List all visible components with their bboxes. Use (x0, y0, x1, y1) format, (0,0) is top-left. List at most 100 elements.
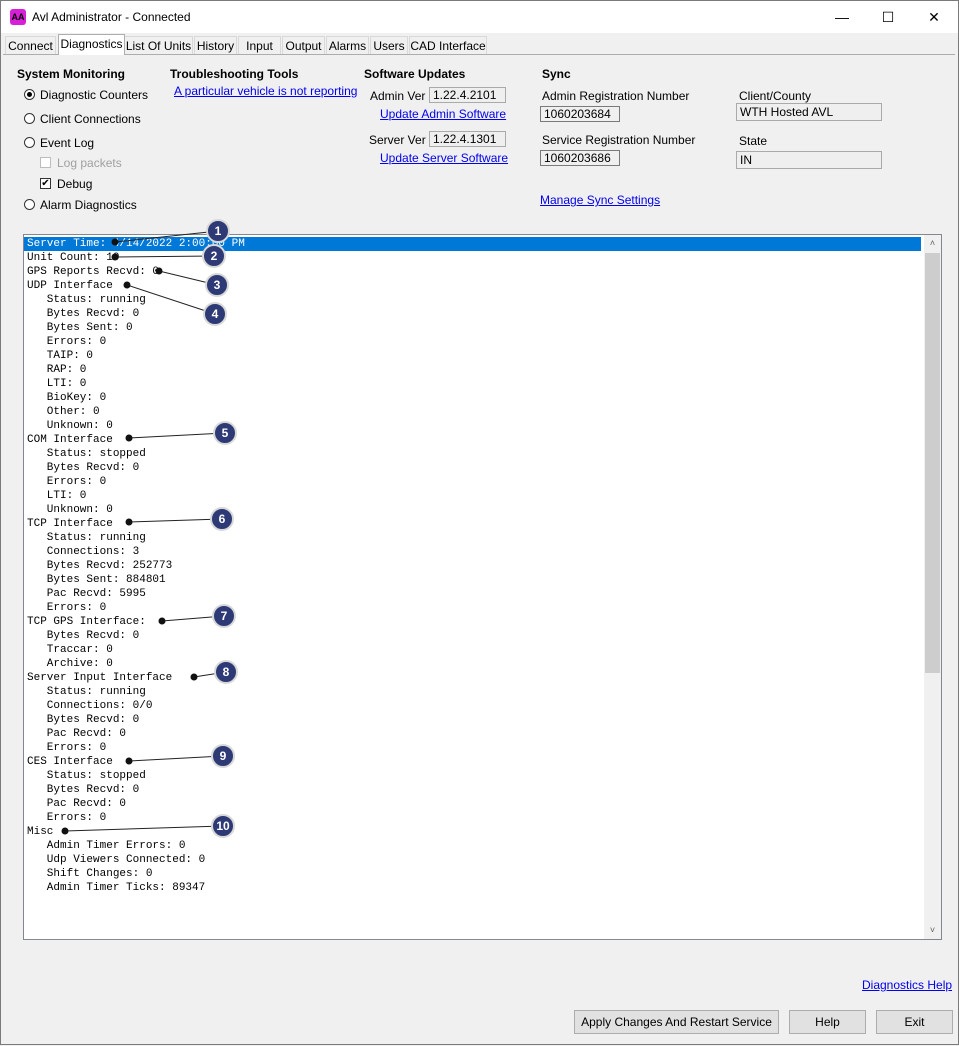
output-line: Status: stopped (27, 448, 146, 460)
output-line: Misc (27, 826, 54, 838)
output-line: Bytes Sent: 884801 (27, 574, 166, 586)
output-line: Errors: 0 (27, 336, 107, 348)
diagnostics-help-link[interactable]: Diagnostics Help (862, 978, 952, 992)
output-line: Connections: 0/0 (27, 700, 153, 712)
output-line: Connections: 3 (27, 546, 140, 558)
output-line: COM Interface (27, 434, 113, 446)
diagnostics-output-list[interactable]: Server Time: 4/14/2022 2:00:00 PM Unit Co… (23, 234, 942, 940)
system-monitoring-heading: System Monitoring (17, 67, 126, 81)
client-county-field: WTH Hosted AVL (736, 103, 882, 121)
log-packets-checkbox[interactable] (40, 157, 51, 168)
help-button[interactable]: Help (789, 1010, 866, 1034)
output-line: Bytes Recvd: 0 (27, 308, 140, 320)
admin-ver-label: Admin Ver (370, 89, 426, 103)
output-line: Bytes Recvd: 252773 (27, 560, 173, 572)
alarm-diagnostics-radio[interactable] (24, 199, 35, 210)
output-line: TCP GPS Interface: (27, 616, 146, 628)
diagnostic-counters-radio[interactable] (24, 89, 35, 100)
sync-heading: Sync (542, 67, 571, 81)
output-line: BioKey: 0 (27, 392, 107, 404)
debug-checkbox[interactable]: ✔ (40, 178, 51, 189)
scroll-down-icon[interactable]: ˅ (924, 922, 941, 939)
output-line: Bytes Recvd: 0 (27, 784, 140, 796)
output-line: Unknown: 0 (27, 504, 113, 516)
output-line: Pac Recvd: 0 (27, 728, 127, 740)
output-line: Other: 0 (27, 406, 100, 418)
output-line: Bytes Recvd: 0 (27, 630, 140, 642)
server-ver-label: Server Ver (369, 133, 426, 147)
output-line: Admin Timer Errors: 0 (27, 840, 186, 852)
state-label: State (739, 134, 768, 148)
app-window: AA Avl Administrator - Connected — ☐ ✕ C… (0, 0, 959, 1045)
output-line: TCP Interface (27, 518, 113, 530)
service-registration-field: 1060203686 (540, 150, 620, 166)
exit-button[interactable]: Exit (876, 1010, 953, 1034)
minimize-icon[interactable]: — (819, 1, 865, 33)
output-line: Errors: 0 (27, 476, 107, 488)
output-line: LTI: 0 (27, 378, 87, 390)
output-line: CES Interface (27, 756, 113, 768)
alarm-diagnostics-label: Alarm Diagnostics (40, 198, 137, 212)
scroll-thumb[interactable] (925, 253, 940, 673)
output-line: UDP Interface (27, 280, 113, 292)
window-title: Avl Administrator - Connected (32, 10, 191, 24)
output-line: Errors: 0 (27, 812, 107, 824)
tab-strip: Connect Diagnostics List Of Units History In… (5, 34, 955, 55)
title-bar: AA Avl Administrator - Connected — ☐ ✕ (1, 1, 958, 33)
output-line: TAIP: 0 (27, 350, 94, 362)
client-connections-label: Client Connections (40, 112, 141, 126)
output-line: RAP: 0 (27, 364, 87, 376)
maximize-icon[interactable]: ☐ (865, 1, 911, 33)
output-line: Server Input Interface (27, 672, 173, 684)
tab-connect[interactable]: Connect (5, 36, 56, 54)
close-icon[interactable]: ✕ (911, 1, 957, 33)
admin-registration-field: 1060203684 (540, 106, 620, 122)
state-field: IN (736, 151, 882, 169)
server-ver-field: 1.22.4.1301 (429, 131, 506, 147)
output-line: Bytes Recvd: 0 (27, 714, 140, 726)
event-log-radio[interactable] (24, 137, 35, 148)
output-line: Errors: 0 (27, 602, 107, 614)
client-county-label: Client/County (739, 89, 812, 103)
software-updates-heading: Software Updates (364, 67, 466, 81)
tab-output[interactable]: Output (282, 36, 325, 54)
output-line: Unknown: 0 (27, 420, 113, 432)
output-line: Traccar: 0 (27, 644, 113, 656)
apply-restart-button[interactable]: Apply Changes And Restart Service (574, 1010, 779, 1034)
vertical-scrollbar[interactable]: ˄ ˅ (924, 235, 941, 939)
output-line: LTI: 0 (27, 490, 87, 502)
tab-alarms[interactable]: Alarms (326, 36, 369, 54)
output-line: Shift Changes: 0 (27, 868, 153, 880)
tab-list-of-units[interactable]: List Of Units (124, 36, 193, 54)
output-line: Pac Recvd: 0 (27, 798, 127, 810)
output-line: Bytes Sent: 0 (27, 322, 133, 334)
output-line: Server Time: 4/14/2022 2:00:00 PM (24, 237, 921, 251)
output-line: Errors: 0 (27, 742, 107, 754)
update-server-software-link[interactable]: Update Server Software (380, 151, 508, 165)
output-line: Bytes Recvd: 0 (27, 462, 140, 474)
client-connections-radio[interactable] (24, 113, 35, 124)
output-line: Status: running (27, 294, 146, 306)
event-log-label: Event Log (40, 136, 95, 150)
output-line: Udp Viewers Connected: 0 (27, 854, 206, 866)
scroll-up-icon[interactable]: ˄ (924, 235, 941, 252)
log-packets-label: Log packets (57, 156, 122, 170)
output-line: Status: running (27, 686, 146, 698)
output-line: Unit Count: 10 (27, 252, 120, 264)
output-line: GPS Reports Recvd: 0 (27, 266, 160, 278)
tab-history[interactable]: History (194, 36, 237, 54)
output-line: Status: stopped (27, 770, 146, 782)
tab-diagnostics[interactable]: Diagnostics (58, 34, 125, 55)
tab-users[interactable]: Users (370, 36, 408, 54)
output-line: Pac Recvd: 5995 (27, 588, 146, 600)
app-icon: AA (10, 9, 26, 25)
diagnostic-counters-label: Diagnostic Counters (40, 88, 149, 102)
tab-cad-interface[interactable]: CAD Interface (409, 36, 487, 54)
output-line: Status: running (27, 532, 146, 544)
update-admin-software-link[interactable]: Update Admin Software (380, 107, 506, 121)
vehicle-not-reporting-link[interactable]: A particular vehicle is not reporting (174, 84, 357, 98)
tab-input[interactable]: Input (238, 36, 281, 54)
output-line: Admin Timer Ticks: 89347 (27, 882, 206, 894)
output-line: Archive: 0 (27, 658, 113, 670)
manage-sync-settings-link[interactable]: Manage Sync Settings (540, 193, 660, 207)
